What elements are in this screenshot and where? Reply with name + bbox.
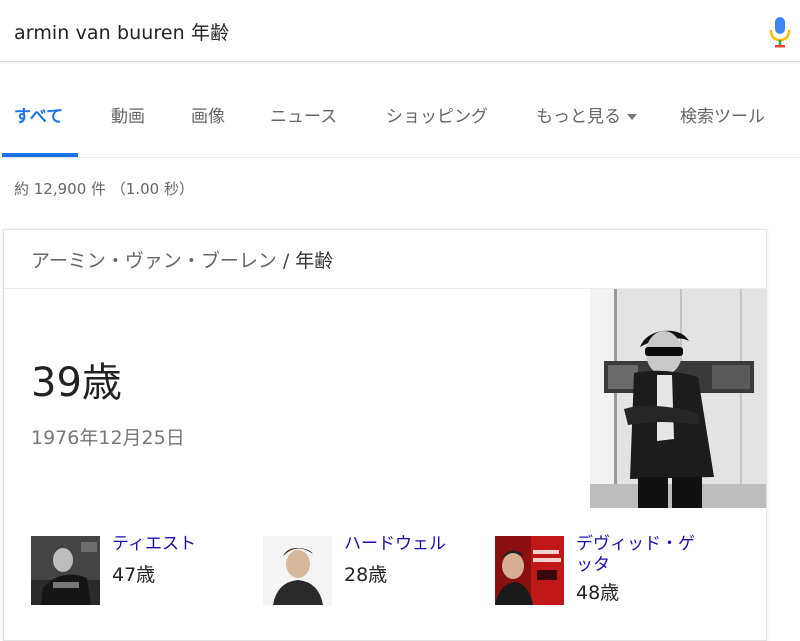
tab-more-label: もっと見る xyxy=(536,107,621,127)
related-person-age: 48歳 xyxy=(576,582,620,604)
age-value: 39歳 xyxy=(31,360,122,406)
search-tabs: すべて 動画 画像 ニュース ショッピング もっと見る 検索ツール xyxy=(0,62,800,157)
related-person-thumbnail[interactable] xyxy=(263,536,332,605)
microphone-icon[interactable] xyxy=(768,16,792,48)
card-header: アーミン・ヴァン・ブーレン / 年齢 xyxy=(4,230,766,289)
tiesto-image xyxy=(31,536,100,605)
entity-name[interactable]: アーミン・ヴァン・ブーレン xyxy=(31,250,277,272)
tab-news[interactable]: ニュース xyxy=(270,102,337,127)
related-person-2[interactable]: ハードウェル 28歳 xyxy=(263,534,463,609)
related-person-3[interactable]: デヴィッド・ゲッタ 48歳 xyxy=(495,534,725,609)
result-stats: 約 12,900 件 （1.00 秒） xyxy=(14,180,194,198)
related-person-age: 47歳 xyxy=(112,564,156,586)
chevron-down-icon xyxy=(627,114,637,120)
related-person-thumbnail[interactable] xyxy=(31,536,100,605)
related-person-age: 28歳 xyxy=(344,564,388,586)
search-bar[interactable]: armin van buuren 年齢 xyxy=(0,0,800,62)
birthdate: 1976年12月25日 xyxy=(31,427,185,449)
related-person-1[interactable]: ティエスト 47歳 xyxy=(31,534,231,609)
related-person-name[interactable]: デヴィッド・ゲッタ xyxy=(576,534,706,576)
tab-more[interactable]: もっと見る xyxy=(536,102,637,127)
person-photo-image xyxy=(590,289,766,508)
related-person-name[interactable]: ティエスト xyxy=(112,534,196,555)
breadcrumb-separator: / xyxy=(282,250,290,272)
david-guetta-image xyxy=(495,536,564,605)
tab-images[interactable]: 画像 xyxy=(191,102,225,127)
tab-videos[interactable]: 動画 xyxy=(111,102,145,127)
entity-photo[interactable] xyxy=(590,289,766,508)
tab-shopping[interactable]: ショッピング xyxy=(386,102,488,127)
related-person-name[interactable]: ハードウェル xyxy=(344,534,446,555)
search-query[interactable]: armin van buuren 年齢 xyxy=(14,18,229,45)
hardwell-image xyxy=(263,536,332,605)
knowledge-card: アーミン・ヴァン・ブーレン / 年齢 39歳 1976年12月25日 ティエスト… xyxy=(3,229,767,641)
attribute-name: 年齢 xyxy=(295,250,334,272)
breadcrumb: アーミン・ヴァン・ブーレン / 年齢 xyxy=(31,246,333,273)
tabs-divider xyxy=(0,157,800,158)
tab-search-tools[interactable]: 検索ツール xyxy=(680,102,765,127)
tab-all[interactable]: すべて xyxy=(14,102,63,127)
related-person-thumbnail[interactable] xyxy=(495,536,564,605)
